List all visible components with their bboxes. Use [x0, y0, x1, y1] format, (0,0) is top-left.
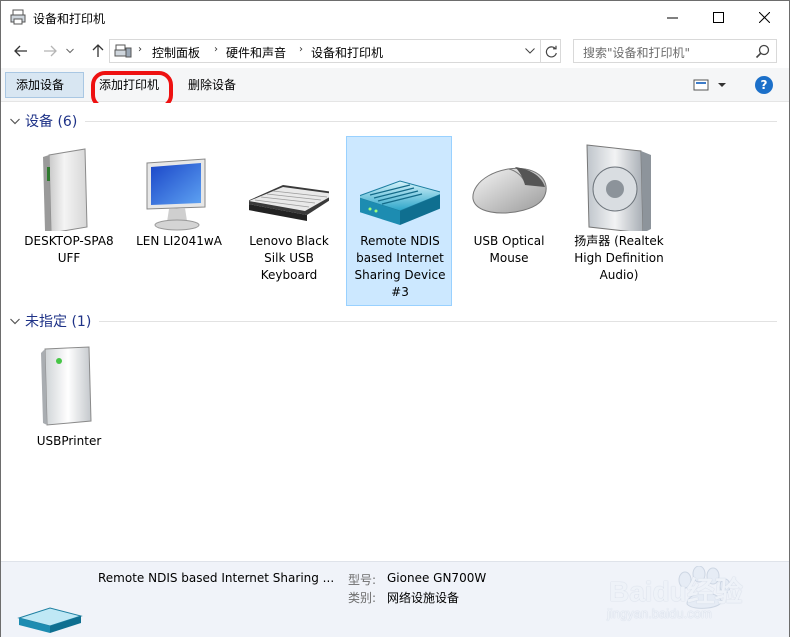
group-divider [99, 321, 777, 322]
breadcrumb-separator-icon: › [214, 44, 218, 55]
network-device-icon [17, 607, 83, 633]
device-item-mouse[interactable]: USB Optical Mouse [456, 137, 562, 307]
device-item-keyboard[interactable]: Lenovo Black Silk USB Keyboard [236, 137, 342, 307]
category-value: 网络设施设备 [387, 591, 460, 605]
recent-locations-button[interactable] [63, 40, 77, 62]
arrow-left-icon [14, 45, 27, 57]
devices-view: 设备 (6) DESKTOP-SPA8 UFF LEN LI2041wA Len… [1, 103, 789, 561]
device-item-network-selected[interactable]: Remote NDIS based Internet Sharing Devic… [346, 136, 452, 306]
device-label: DESKTOP-SPA8 UFF [24, 234, 114, 265]
details-pane: Remote NDIS based Internet Sharing ... 型… [1, 561, 789, 637]
device-item-desktop[interactable]: DESKTOP-SPA8 UFF [16, 137, 122, 307]
maximize-button[interactable] [695, 1, 741, 33]
device-label: Remote NDIS based Internet Sharing Devic… [354, 234, 446, 299]
speaker-icon [586, 144, 651, 231]
remove-device-button[interactable]: 删除设备 [178, 72, 246, 98]
model-label: 型号: [348, 573, 377, 587]
group-header-devices[interactable]: 设备 (6) [9, 111, 77, 131]
category-label: 类别: [348, 591, 377, 605]
close-icon [758, 11, 770, 23]
change-view-button[interactable] [689, 76, 729, 94]
help-icon[interactable]: ? [755, 76, 773, 94]
chevron-down-icon [10, 318, 20, 325]
breadcrumb-devices-printers[interactable]: 设备和打印机 [311, 44, 383, 61]
chevron-down-icon [66, 48, 74, 54]
keyboard-icon [249, 185, 329, 221]
group-title: 未指定 (1) [25, 314, 92, 330]
chevron-down-icon [525, 48, 535, 54]
breadcrumb-hardware-sound[interactable]: 硬件和声音 [226, 44, 286, 61]
close-button[interactable] [741, 1, 787, 33]
up-button[interactable] [87, 40, 109, 62]
minimize-icon [666, 17, 678, 18]
monitor-icon [146, 158, 206, 231]
arrow-right-icon [44, 45, 57, 57]
address-bar[interactable]: › 控制面板 › 硬件和声音 › 设备和打印机 [109, 39, 561, 63]
device-label: Lenovo Black Silk USB Keyboard [249, 234, 329, 282]
device-item-speaker[interactable]: 扬声器 (Realtek High Definition Audio) [566, 137, 672, 307]
computer-tower-icon [43, 148, 88, 231]
view-options-icon [693, 79, 726, 91]
device-item-usbprinter[interactable]: USBPrinter [16, 337, 122, 457]
add-device-button[interactable]: 添加设备 [5, 72, 84, 98]
printer-icon [10, 9, 26, 25]
refresh-icon [545, 45, 557, 57]
model-value: Gionee GN700W [387, 571, 487, 585]
baidu-watermark: Baidu经验 jingyan.baidu.com [605, 562, 789, 637]
group-title: 设备 (6) [25, 114, 78, 130]
maximize-icon [712, 11, 724, 23]
watermark-brand: Baidu经验 [609, 576, 743, 607]
minimize-button[interactable] [649, 1, 695, 33]
device-label: USBPrinter [36, 434, 102, 448]
device-label: 扬声器 (Realtek High Definition Audio) [574, 234, 664, 282]
group-header-unspecified[interactable]: 未指定 (1) [9, 311, 91, 331]
breadcrumb-separator-icon: › [299, 44, 303, 55]
device-item-monitor[interactable]: LEN LI2041wA [126, 137, 232, 307]
selected-device-name: Remote NDIS based Internet Sharing ... [98, 571, 335, 585]
network-device-icon [360, 180, 440, 225]
navigation-bar: › 控制面板 › 硬件和声音 › 设备和打印机 搜索"设备和打印机" [1, 34, 789, 68]
device-label: LEN LI2041wA [136, 234, 222, 248]
devices-printers-window: 设备和打印机 › 控制面板 › 硬件和声音 › 设备和打印机 搜索"设备和打印机… [0, 0, 790, 637]
breadcrumb-control-panel[interactable]: 控制面板 [152, 44, 200, 61]
watermark-url: jingyan.baidu.com [607, 606, 712, 621]
chevron-down-icon [10, 118, 20, 125]
breadcrumb-separator-icon: › [138, 44, 142, 55]
group-divider [85, 121, 777, 122]
address-history-button[interactable] [522, 43, 538, 59]
back-button[interactable] [10, 40, 32, 62]
title-bar: 设备和打印机 [1, 1, 789, 34]
printer-box-icon [41, 346, 92, 426]
search-placeholder: 搜索"设备和打印机" [583, 46, 691, 60]
window-title: 设备和打印机 [33, 12, 106, 26]
forward-button[interactable] [39, 40, 61, 62]
devices-printers-icon [114, 44, 132, 58]
search-icon[interactable] [754, 43, 772, 61]
device-label: USB Optical Mouse [473, 234, 545, 265]
refresh-button[interactable] [540, 40, 562, 62]
mouse-icon [472, 167, 547, 214]
arrow-up-icon [92, 44, 104, 57]
search-input[interactable]: 搜索"设备和打印机" [573, 39, 777, 63]
